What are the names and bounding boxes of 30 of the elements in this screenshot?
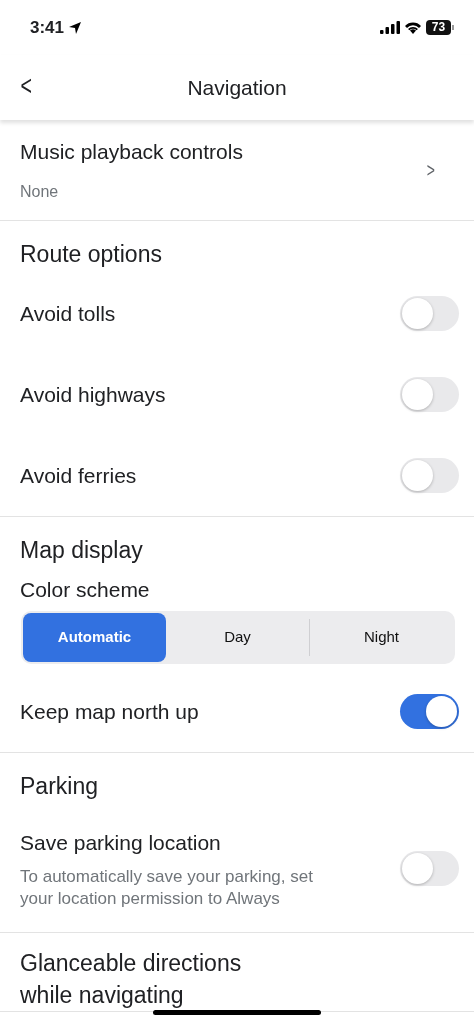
setting-label: Music playback controls bbox=[20, 139, 243, 166]
setting-label: Keep map north up bbox=[20, 698, 199, 725]
setting-label: Avoid tolls bbox=[20, 300, 116, 327]
toggle-switch[interactable] bbox=[400, 458, 459, 493]
toggle-switch[interactable] bbox=[400, 851, 459, 886]
segment-option[interactable]: Night bbox=[310, 613, 453, 662]
section-heading: Route options bbox=[19, 240, 163, 269]
status-time: 3:41 bbox=[30, 16, 65, 39]
page-title: Navigation bbox=[187, 74, 287, 101]
chevron-icon: > bbox=[427, 155, 436, 185]
location-arrow-icon bbox=[68, 20, 83, 35]
wifi-icon bbox=[404, 21, 422, 34]
signal-icon bbox=[380, 21, 400, 34]
section-heading: Parking bbox=[19, 772, 99, 801]
setting-label: Avoid ferries bbox=[20, 462, 137, 489]
toggle-switch[interactable] bbox=[400, 377, 459, 412]
back-button[interactable]: < bbox=[17, 72, 35, 100]
segment-option[interactable]: Day bbox=[166, 613, 309, 662]
section-heading: Glanceable directions while navigating bbox=[19, 949, 243, 1010]
setting-label: Color scheme bbox=[19, 577, 151, 603]
segment-option[interactable]: Automatic bbox=[23, 613, 166, 662]
setting-value: None bbox=[20, 181, 60, 202]
toggle-switch[interactable] bbox=[400, 694, 459, 729]
setting-label: Save parking location bbox=[20, 829, 222, 856]
settings-row[interactable]: Music playback controls None > bbox=[0, 120, 474, 220]
battery-level: 73 bbox=[426, 20, 451, 35]
section-heading: Map display bbox=[19, 536, 144, 565]
setting-description: To automatically save your parking, set your location permission to Always bbox=[20, 866, 314, 911]
toggle-switch[interactable] bbox=[400, 296, 459, 331]
setting-label: Avoid highways bbox=[20, 381, 166, 408]
